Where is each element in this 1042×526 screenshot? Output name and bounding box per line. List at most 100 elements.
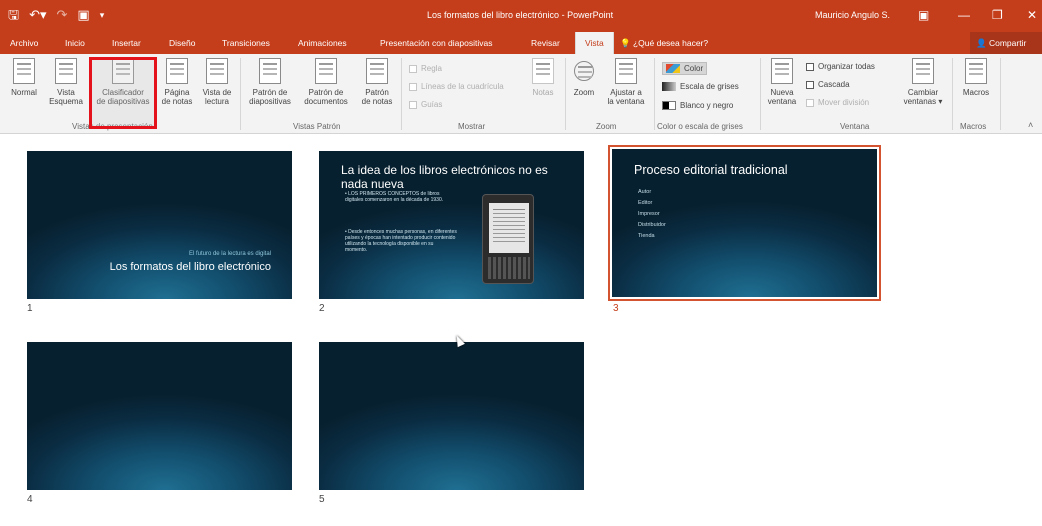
- normal-view-icon: [13, 58, 35, 84]
- notes-page-icon: [166, 58, 188, 84]
- lightbulb-icon: 💡: [620, 38, 631, 48]
- quick-access-toolbar: 🖫 ↶▾ ↷ ▣ ▾: [8, 6, 104, 24]
- group-label-master-views: Vistas Patrón: [293, 122, 341, 131]
- arrange-all-button[interactable]: Organizar todas: [806, 62, 875, 71]
- group-label-window: Ventana: [840, 122, 870, 131]
- ruler-label: Regla: [421, 64, 442, 73]
- macros-icon: [965, 58, 987, 84]
- notes-label: Notas: [532, 88, 554, 97]
- group-separator: [760, 58, 761, 130]
- group-separator: [654, 58, 655, 130]
- zoom-label: Zoom: [573, 88, 595, 97]
- group-separator: [1000, 58, 1001, 130]
- fit-window-button[interactable]: Ajustar a la ventana: [601, 58, 651, 106]
- slide-master-button[interactable]: Patrón de diapositivas: [244, 58, 296, 106]
- new-window-button[interactable]: Nueva ventana: [762, 58, 802, 106]
- notes-master-button[interactable]: Patrón de notas: [356, 58, 398, 106]
- tell-me-text: ¿Qué desea hacer?: [632, 38, 709, 48]
- tab-vista[interactable]: Vista: [575, 32, 614, 54]
- slide-2-bullet-2: • Desde entonces muchas personas, en dif…: [345, 229, 457, 253]
- black-white-button[interactable]: Blanco y negro: [662, 101, 733, 110]
- switch-windows-icon: [912, 58, 934, 84]
- color-button[interactable]: Color: [662, 62, 708, 75]
- user-name[interactable]: Mauricio Angulo S.: [815, 10, 890, 20]
- guides-checkbox[interactable]: Guías: [409, 100, 442, 109]
- ruler-checkbox[interactable]: Regla: [409, 64, 442, 73]
- tab-inicio[interactable]: Inicio: [65, 38, 85, 48]
- dropdown-arrow-icon: ▾: [936, 97, 943, 106]
- grayscale-button[interactable]: Escala de grises: [662, 82, 739, 91]
- zoom-button[interactable]: Zoom: [569, 58, 599, 97]
- tab-diseno[interactable]: Diseño: [169, 38, 195, 48]
- customize-qat-icon[interactable]: ▾: [100, 6, 105, 24]
- color-label: Color: [684, 64, 704, 73]
- cascade-icon: [806, 80, 814, 89]
- slide-3-item: Distribuidor: [638, 222, 666, 228]
- notes-page-label-1: Página: [164, 88, 190, 97]
- start-presentation-icon[interactable]: ▣: [77, 6, 89, 24]
- slide-thumbnail-2[interactable]: La idea de los libros electrónicos no es…: [319, 151, 584, 299]
- cascade-button[interactable]: Cascada: [806, 80, 850, 89]
- tab-revisar[interactable]: Revisar: [531, 38, 560, 48]
- slide-master-label-1: Patrón de: [252, 88, 288, 97]
- ribbon-display-options-icon[interactable]: ▣: [918, 6, 929, 24]
- grayscale-swatch-icon: [662, 82, 676, 91]
- checkbox-icon: [409, 64, 417, 73]
- slide-1-subtitle: El futuro de la lectura es digital: [188, 251, 271, 257]
- ribbon-tabs: Archivo Inicio Insertar Diseño Transicio…: [0, 32, 1042, 54]
- reading-view-button[interactable]: Vista de lectura: [197, 58, 237, 106]
- group-separator: [240, 58, 241, 130]
- cascade-label: Cascada: [818, 80, 850, 89]
- notes-page-button[interactable]: Página de notas: [158, 58, 196, 106]
- slide-number-3: 3: [613, 303, 619, 314]
- slide-2-title: La idea de los libros electrónicos no es…: [341, 163, 548, 191]
- slide-3-item: Autor: [638, 189, 652, 195]
- tab-presentacion[interactable]: Presentación con diapositivas: [380, 38, 492, 48]
- slide-2-bullet-1: • LOS PRIMEROS CONCEPTOS de libros digit…: [345, 191, 444, 203]
- outline-label-1: Vista: [57, 88, 75, 97]
- tab-archivo[interactable]: Archivo: [10, 38, 38, 48]
- move-split-label: Mover división: [818, 98, 870, 107]
- collapse-ribbon-icon[interactable]: ˄: [1028, 120, 1033, 130]
- redo-icon[interactable]: ↷: [57, 6, 68, 24]
- gridlines-checkbox[interactable]: Líneas de la cuadrícula: [409, 82, 504, 91]
- outline-view-button[interactable]: Vista Esquema: [44, 58, 88, 106]
- undo-icon[interactable]: ↶▾: [29, 6, 46, 24]
- macros-button[interactable]: Macros: [955, 58, 997, 97]
- slide-3-item: Tienda: [638, 233, 655, 239]
- slide-number-4: 4: [27, 494, 33, 505]
- share-button[interactable]: 👤 Compartir: [970, 32, 1042, 54]
- tab-transiciones[interactable]: Transiciones: [222, 38, 270, 48]
- normal-label: Normal: [11, 88, 37, 97]
- group-label-show: Mostrar: [458, 122, 486, 131]
- slide-thumbnail-1[interactable]: El futuro de la lectura es digital Los f…: [27, 151, 292, 299]
- restore-icon[interactable]: ❐: [992, 6, 1003, 24]
- close-icon[interactable]: ✕: [1027, 6, 1037, 24]
- normal-view-button[interactable]: Normal: [6, 58, 42, 97]
- new-window-icon: [771, 58, 793, 84]
- slide-thumbnail-4[interactable]: [27, 342, 292, 490]
- switch-label-2: ventanas: [903, 97, 937, 106]
- gridlines-label: Líneas de la cuadrícula: [421, 82, 504, 91]
- save-icon[interactable]: 🖫: [8, 6, 19, 24]
- slide-thumbnail-5[interactable]: [319, 342, 584, 490]
- minimize-icon[interactable]: —: [958, 6, 970, 24]
- handout-master-label-2: documentos: [304, 97, 348, 106]
- tab-animaciones[interactable]: Animaciones: [298, 38, 347, 48]
- move-split-icon: [806, 98, 814, 107]
- notes-master-label-2: de notas: [361, 97, 393, 106]
- tab-insertar[interactable]: Insertar: [112, 38, 141, 48]
- handout-master-icon: [315, 58, 337, 84]
- move-split-button[interactable]: Mover división: [806, 98, 869, 107]
- fit-label-1: Ajustar a: [610, 88, 642, 97]
- slide-thumbnail-3[interactable]: Proceso editorial tradicional Autor Edit…: [608, 145, 881, 301]
- window-title: Los formatos del libro electrónico - Pow…: [427, 10, 614, 20]
- handout-master-label-1: Patrón de: [308, 88, 344, 97]
- tell-me-box[interactable]: 💡 ¿Qué desea hacer?: [620, 38, 708, 49]
- outline-view-icon: [55, 58, 77, 84]
- handout-master-button[interactable]: Patrón de documentos: [297, 58, 355, 106]
- switch-windows-button[interactable]: Cambiar ventanas ▾: [900, 58, 946, 106]
- group-label-zoom: Zoom: [596, 122, 617, 131]
- notes-button[interactable]: Notas: [527, 58, 559, 97]
- slide-3-item: Impresor: [638, 211, 660, 217]
